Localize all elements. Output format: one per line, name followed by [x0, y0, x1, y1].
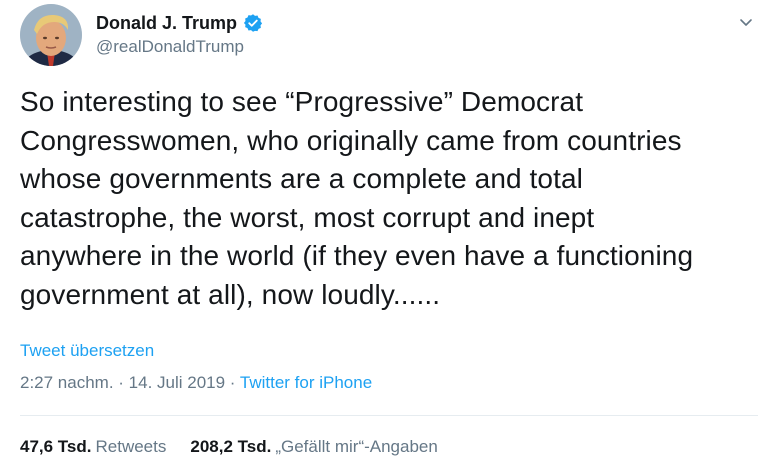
tweet-text-line: anywhere in the world (if they even have…: [20, 240, 694, 272]
tweet-date[interactable]: 14. Juli 2019: [129, 373, 225, 392]
tweet-text-line: Congresswomen, who originally came from …: [20, 124, 682, 156]
meta-separator: ·: [225, 373, 240, 392]
author-display-name[interactable]: Donald J. Trump: [96, 12, 237, 34]
translate-tweet-link[interactable]: Tweet übersetzen: [20, 341, 154, 361]
tweet-text: So interesting to see “Progressive” Demo…: [20, 83, 750, 315]
tweet-menu-button[interactable]: [734, 10, 758, 34]
divider: [20, 415, 758, 416]
name-row: Donald J. Trump: [96, 12, 263, 34]
tweet-text-line: So interesting to see “Progressive” Demo…: [20, 86, 584, 117]
likes-label: „Gefällt mir“-Angaben: [275, 437, 438, 456]
retweets-label: Retweets: [95, 437, 167, 456]
chevron-down-icon: [740, 19, 752, 26]
tweet-stats: 47,6 Tsd. Retweets 208,2 Tsd. „Gefällt mir…: [20, 437, 438, 457]
avatar[interactable]: [20, 4, 82, 66]
tweet-text-line: catastrophe, the worst, most corrupt and…: [20, 201, 595, 233]
tweet-card: Donald J. Trump @realDonaldTrump So inte…: [0, 0, 768, 476]
retweets-stat[interactable]: 47,6 Tsd. Retweets: [20, 437, 166, 457]
likes-stat[interactable]: 208,2 Tsd. „Gefällt mir“-Angaben: [190, 437, 437, 457]
verified-badge-icon: [243, 13, 263, 33]
meta-separator: ·: [113, 373, 129, 392]
tweet-source-link[interactable]: Twitter for iPhone: [240, 373, 372, 392]
author-handle[interactable]: @realDonaldTrump: [96, 36, 263, 58]
tweet-text-line: whose governments are a complete and tot…: [20, 163, 583, 195]
author-names: Donald J. Trump @realDonaldTrump: [96, 12, 263, 58]
avatar-image: [20, 4, 82, 66]
tweet-header: Donald J. Trump @realDonaldTrump: [20, 2, 768, 68]
tweet-time[interactable]: 2:27 nachm.: [20, 373, 114, 392]
likes-count: 208,2 Tsd.: [190, 437, 272, 456]
tweet-metadata: 2:27 nachm. · 14. Juli 2019 · Twitter fo…: [20, 373, 372, 393]
tweet-text-line: government at all), now loudly......: [20, 278, 441, 310]
retweets-count: 47,6 Tsd.: [20, 437, 92, 456]
